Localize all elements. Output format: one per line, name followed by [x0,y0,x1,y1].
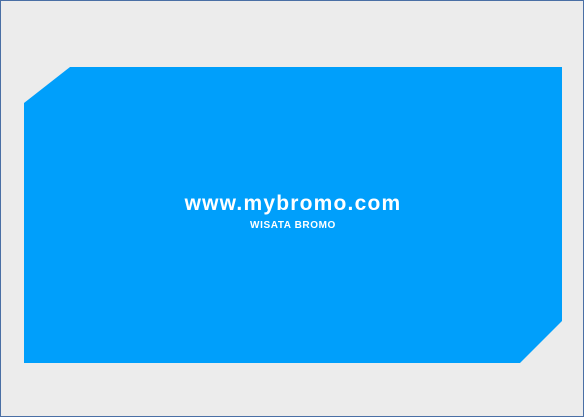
business-card: www.mybromo.com WISATA BROMO [24,67,562,363]
card-text: www.mybromo.com WISATA BROMO [24,192,562,233]
page-frame: www.mybromo.com WISATA BROMO [0,0,584,417]
tagline: WISATA BROMO [250,220,336,231]
website-url: www.mybromo.com [184,192,402,215]
